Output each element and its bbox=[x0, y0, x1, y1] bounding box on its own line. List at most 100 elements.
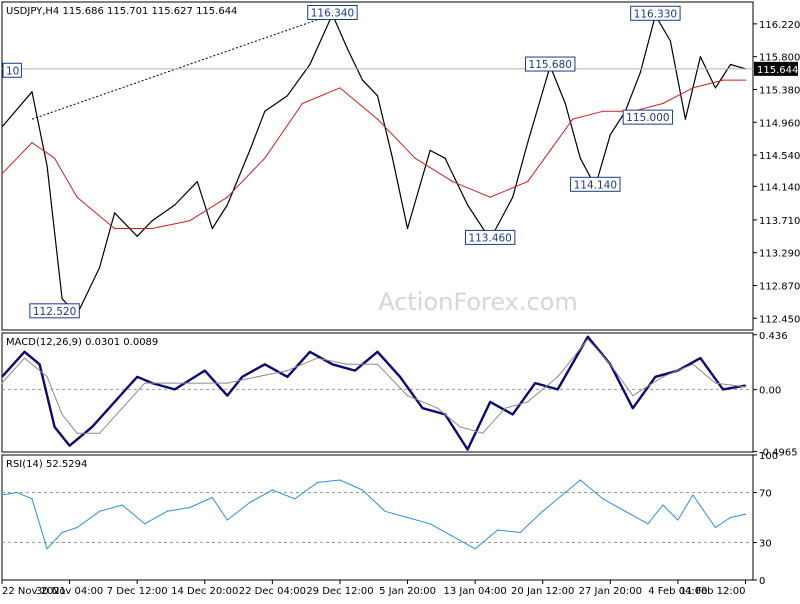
rsi-series-point-1 bbox=[361, 489, 364, 491]
rsi-y-tick-label: 100 bbox=[759, 451, 778, 462]
price-series-point-2 bbox=[114, 227, 116, 230]
price-series-point-1 bbox=[46, 165, 48, 167]
macd-series-point-2 bbox=[587, 338, 589, 340]
rsi-series-point-1 bbox=[692, 494, 694, 496]
price-y-tick-label: 116.220 bbox=[759, 20, 800, 31]
price-series-point-1 bbox=[31, 91, 33, 93]
rsi-series-point-1 bbox=[729, 516, 732, 519]
price-annotation-label: 112.520 bbox=[33, 306, 76, 318]
price-series-point-1 bbox=[669, 40, 671, 42]
price-series-point-1 bbox=[391, 157, 394, 159]
macd-series-point-2 bbox=[632, 395, 634, 397]
price-series-point-1 bbox=[226, 204, 228, 206]
macd-series-point-2 bbox=[166, 382, 168, 384]
macd-series-point-1 bbox=[376, 351, 379, 353]
price-panel: 116.220115.800115.380114.960114.540114.1… bbox=[1, 1, 800, 331]
rsi-series-point-1 bbox=[1, 494, 3, 496]
price-series-point-2 bbox=[339, 87, 341, 89]
macd-series-point-1 bbox=[534, 382, 536, 384]
macd-series-point-2 bbox=[482, 432, 484, 434]
price-series-point-2 bbox=[414, 157, 416, 159]
macd-series-point-1 bbox=[354, 369, 356, 372]
macd-series-point-1 bbox=[512, 413, 514, 416]
rsi-series-point-1 bbox=[542, 510, 544, 512]
price-series-point-1 bbox=[61, 298, 63, 300]
rsi-series-point-1 bbox=[744, 513, 747, 515]
price-series-point-1 bbox=[714, 87, 717, 89]
macd-series-point-1 bbox=[241, 376, 243, 378]
macd-series-point-1 bbox=[557, 388, 559, 390]
rsi-series-point-1 bbox=[452, 535, 454, 537]
rsi-series-point-1 bbox=[497, 529, 499, 531]
macd-header: MACD(12,26,9) 0.0301 0.0089 bbox=[6, 337, 158, 348]
macd-series-point-1 bbox=[226, 395, 228, 397]
macd-series-point-1 bbox=[91, 426, 93, 428]
price-series-point-2 bbox=[489, 196, 491, 198]
rsi-y-tick-label: 30 bbox=[759, 539, 772, 550]
rsi-plot-frame bbox=[1, 454, 754, 581]
macd-series-point-2 bbox=[1, 382, 3, 384]
macd-series-point-2 bbox=[121, 407, 123, 409]
current-price-label: 115.644 bbox=[757, 65, 798, 76]
price-annotation-label: 115.000 bbox=[626, 112, 669, 124]
x-tick-label: 14 Dec 20:00 bbox=[171, 586, 238, 597]
price-series-point-1 bbox=[429, 149, 431, 151]
price-y-tick-label: 115.380 bbox=[759, 85, 800, 96]
macd-series-point-1 bbox=[286, 376, 288, 378]
price-series-point-1 bbox=[346, 48, 349, 50]
macd-series-point-2 bbox=[406, 395, 409, 397]
macd-series-point-2 bbox=[61, 413, 63, 416]
price-series-point-2 bbox=[53, 157, 56, 159]
price-series-point-1 bbox=[579, 157, 581, 159]
price-series-point-2 bbox=[692, 87, 694, 89]
macd-series-point-1 bbox=[68, 445, 71, 447]
price-annotation-label: 116.330 bbox=[634, 8, 677, 20]
macd-series-point-2 bbox=[346, 363, 349, 365]
macd-panel: 0.4360.00-0.4965MACD(12,26,9) 0.0301 0.0… bbox=[1, 331, 798, 459]
macd-series-point-2 bbox=[609, 363, 611, 365]
price-series-point-1 bbox=[211, 227, 213, 230]
price-series-point-2 bbox=[189, 220, 191, 222]
macd-series-point-2 bbox=[714, 382, 717, 384]
macd-series-point-1 bbox=[722, 388, 724, 390]
rsi-series-point-1 bbox=[189, 506, 191, 509]
price-series-point-1 bbox=[406, 227, 409, 230]
macd-series-point-2 bbox=[76, 432, 78, 434]
macd-series-point-1 bbox=[632, 407, 634, 409]
x-tick-label: 29 Dec 12:00 bbox=[306, 586, 373, 597]
price-series-point-1 bbox=[1, 126, 3, 128]
chart-container: 116.220 115.800 115.380 114.960 114.540 114.1… bbox=[0, 0, 800, 600]
price-series-point-2 bbox=[31, 141, 33, 144]
macd-series-point-1 bbox=[587, 336, 589, 338]
price-series-point-2 bbox=[226, 196, 228, 198]
price-y-tick-label: 114.140 bbox=[759, 182, 800, 193]
macd-series-point-2 bbox=[692, 363, 694, 365]
macd-series-point-2 bbox=[316, 357, 319, 359]
macd-series-point-1 bbox=[174, 388, 176, 390]
macd-series-point-2 bbox=[286, 369, 288, 372]
price-y-tick-label: 112.450 bbox=[759, 314, 800, 325]
macd-series-point-2 bbox=[504, 407, 506, 409]
macd-y-tick-label: 0.00 bbox=[759, 385, 781, 396]
macd-series-point-1 bbox=[309, 351, 311, 353]
price-series-point-1 bbox=[639, 71, 641, 73]
x-tick-label: 5 Jan 20:00 bbox=[379, 586, 436, 597]
price-series-point-1 bbox=[684, 118, 687, 120]
price-series-point-1 bbox=[286, 95, 288, 97]
rsi-series-point-1 bbox=[429, 523, 431, 525]
macd-series-point-1 bbox=[114, 401, 116, 403]
macd-series-point-1 bbox=[204, 369, 206, 372]
macd-series-point-1 bbox=[744, 385, 747, 387]
price-annotation-label: 113.460 bbox=[468, 232, 511, 244]
rsi-series-point-1 bbox=[76, 526, 78, 529]
price-series-point-1 bbox=[512, 196, 514, 198]
rsi-series-point-1 bbox=[564, 491, 566, 494]
price-y-tick-label: 113.710 bbox=[759, 216, 800, 227]
price-series-point-1 bbox=[151, 220, 153, 222]
macd-series-point-1 bbox=[654, 376, 656, 378]
macd-series-point-2 bbox=[23, 357, 26, 359]
rsi-series-point-1 bbox=[46, 548, 48, 550]
price-y-tick-label: 114.540 bbox=[759, 151, 800, 162]
rsi-series-point-1 bbox=[294, 498, 296, 500]
x-tick-label: 30 Nov 04:00 bbox=[36, 586, 103, 597]
